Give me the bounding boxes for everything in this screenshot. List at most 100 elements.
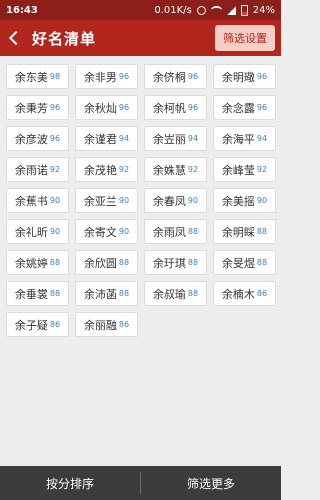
name-item[interactable]: 余姚婷 88 bbox=[6, 250, 69, 275]
name-score: 88 bbox=[256, 227, 268, 236]
name-text: 余茂艳 bbox=[83, 163, 117, 177]
name-score: 86 bbox=[49, 320, 61, 329]
name-item[interactable]: 余岦丽 94 bbox=[144, 126, 207, 151]
name-text: 余东美 bbox=[14, 70, 48, 84]
name-item[interactable]: 余茂艳 92 bbox=[75, 157, 138, 182]
back-button[interactable] bbox=[0, 20, 28, 56]
name-score: 88 bbox=[187, 289, 199, 298]
name-item[interactable]: 余楠木 86 bbox=[213, 281, 276, 306]
name-text: 余非男 bbox=[83, 70, 117, 84]
name-score: 88 bbox=[118, 289, 130, 298]
name-score: 92 bbox=[118, 165, 130, 174]
name-text: 余丽融 bbox=[83, 318, 117, 332]
name-item[interactable]: 余叔瑜 88 bbox=[144, 281, 207, 306]
name-item[interactable]: 余亚兰 90 bbox=[75, 188, 138, 213]
name-item[interactable]: 余念露 96 bbox=[213, 95, 276, 120]
alarm-icon bbox=[196, 5, 206, 15]
name-item[interactable]: 余沛菡 88 bbox=[75, 281, 138, 306]
name-text: 余旻煜 bbox=[221, 256, 255, 270]
name-score: 96 bbox=[187, 72, 199, 81]
name-item[interactable]: 余秋灿 96 bbox=[75, 95, 138, 120]
name-item[interactable]: 余彦波 96 bbox=[6, 126, 69, 151]
name-item[interactable]: 余美摇 90 bbox=[213, 188, 276, 213]
name-score: 92 bbox=[49, 165, 61, 174]
name-text: 余雨凤 bbox=[152, 225, 186, 239]
app-bar: 好名清单 筛选设置 bbox=[0, 20, 281, 56]
name-text: 余海平 bbox=[221, 132, 255, 146]
name-score: 90 bbox=[118, 227, 130, 236]
name-score: 96 bbox=[118, 103, 130, 112]
name-item[interactable]: 余峰莹 92 bbox=[213, 157, 276, 182]
name-item[interactable]: 余柯帆 96 bbox=[144, 95, 207, 120]
name-text: 余姚婷 bbox=[14, 256, 48, 270]
name-item[interactable]: 余谨君 94 bbox=[75, 126, 138, 151]
name-item[interactable]: 余欣圆 88 bbox=[75, 250, 138, 275]
name-score: 96 bbox=[256, 103, 268, 112]
name-score: 88 bbox=[187, 258, 199, 267]
name-item[interactable]: 余春凤 90 bbox=[144, 188, 207, 213]
chevron-left-icon bbox=[8, 30, 24, 46]
name-score: 90 bbox=[49, 227, 61, 236]
filter-more-button[interactable]: 筛选更多 bbox=[141, 466, 281, 500]
signal-icon bbox=[226, 5, 236, 15]
name-text: 余礼昕 bbox=[14, 225, 48, 239]
name-score: 96 bbox=[49, 134, 61, 143]
name-score: 88 bbox=[187, 227, 199, 236]
name-item[interactable]: 余姝慧 92 bbox=[144, 157, 207, 182]
name-item[interactable]: 余侪桐 96 bbox=[144, 64, 207, 89]
name-item[interactable]: 余雨诺 92 bbox=[6, 157, 69, 182]
name-item[interactable]: 余东美 98 bbox=[6, 64, 69, 89]
name-item[interactable]: 余秉芳 96 bbox=[6, 95, 69, 120]
battery-percent: 24% bbox=[252, 4, 275, 16]
name-text: 余雨诺 bbox=[14, 163, 48, 177]
name-score: 96 bbox=[256, 72, 268, 81]
name-item[interactable]: 余蕉书 90 bbox=[6, 188, 69, 213]
name-text: 余姝慧 bbox=[152, 163, 186, 177]
name-text: 余寄文 bbox=[83, 225, 117, 239]
status-time: 16:43 bbox=[6, 4, 38, 16]
name-item[interactable]: 余玗琪 88 bbox=[144, 250, 207, 275]
name-text: 余岦丽 bbox=[152, 132, 186, 146]
name-item[interactable]: 余子疑 86 bbox=[6, 312, 69, 337]
sort-by-score-button[interactable]: 按分排序 bbox=[0, 466, 140, 500]
name-text: 余春凤 bbox=[152, 194, 186, 208]
name-item[interactable]: 余非男 96 bbox=[75, 64, 138, 89]
name-item[interactable]: 余丽融 86 bbox=[75, 312, 138, 337]
name-score: 86 bbox=[118, 320, 130, 329]
name-grid: 余东美 98 余非男 96 余侪桐 96 余明璥 96 余秉芳 96 余秋灿 96 余柯帆 96 余念露 96… bbox=[6, 64, 276, 337]
bottom-bar: 按分排序 筛选更多 bbox=[0, 466, 281, 500]
name-score: 88 bbox=[256, 258, 268, 267]
name-score: 86 bbox=[256, 289, 268, 298]
name-score: 94 bbox=[256, 134, 268, 143]
name-item[interactable]: 余旻煜 88 bbox=[213, 250, 276, 275]
name-text: 余峰莹 bbox=[221, 163, 255, 177]
name-text: 余明睬 bbox=[221, 225, 255, 239]
name-score: 90 bbox=[187, 196, 199, 205]
wifi-icon bbox=[210, 6, 222, 14]
page-title: 好名清单 bbox=[32, 29, 97, 48]
name-score: 96 bbox=[118, 72, 130, 81]
name-item[interactable]: 余明睬 88 bbox=[213, 219, 276, 244]
name-item[interactable]: 余海平 94 bbox=[213, 126, 276, 151]
name-score: 92 bbox=[256, 165, 268, 174]
filter-settings-button[interactable]: 筛选设置 bbox=[215, 25, 275, 51]
name-text: 余侪桐 bbox=[152, 70, 186, 84]
name-text: 余叔瑜 bbox=[152, 287, 186, 301]
name-text: 余彦波 bbox=[14, 132, 48, 146]
name-item[interactable]: 余礼昕 90 bbox=[6, 219, 69, 244]
name-text: 余念露 bbox=[221, 101, 255, 115]
name-score: 96 bbox=[187, 103, 199, 112]
name-text: 余欣圆 bbox=[83, 256, 117, 270]
name-text: 余秋灿 bbox=[83, 101, 117, 115]
name-text: 余美摇 bbox=[221, 194, 255, 208]
name-item[interactable]: 余寄文 90 bbox=[75, 219, 138, 244]
name-item[interactable]: 余雨凤 88 bbox=[144, 219, 207, 244]
name-item[interactable]: 余明璥 96 bbox=[213, 64, 276, 89]
name-item[interactable]: 余垂裳 88 bbox=[6, 281, 69, 306]
name-score: 98 bbox=[49, 72, 61, 81]
name-text: 余亚兰 bbox=[83, 194, 117, 208]
name-score: 94 bbox=[187, 134, 199, 143]
name-score: 90 bbox=[118, 196, 130, 205]
name-text: 余垂裳 bbox=[14, 287, 48, 301]
name-score: 88 bbox=[49, 289, 61, 298]
